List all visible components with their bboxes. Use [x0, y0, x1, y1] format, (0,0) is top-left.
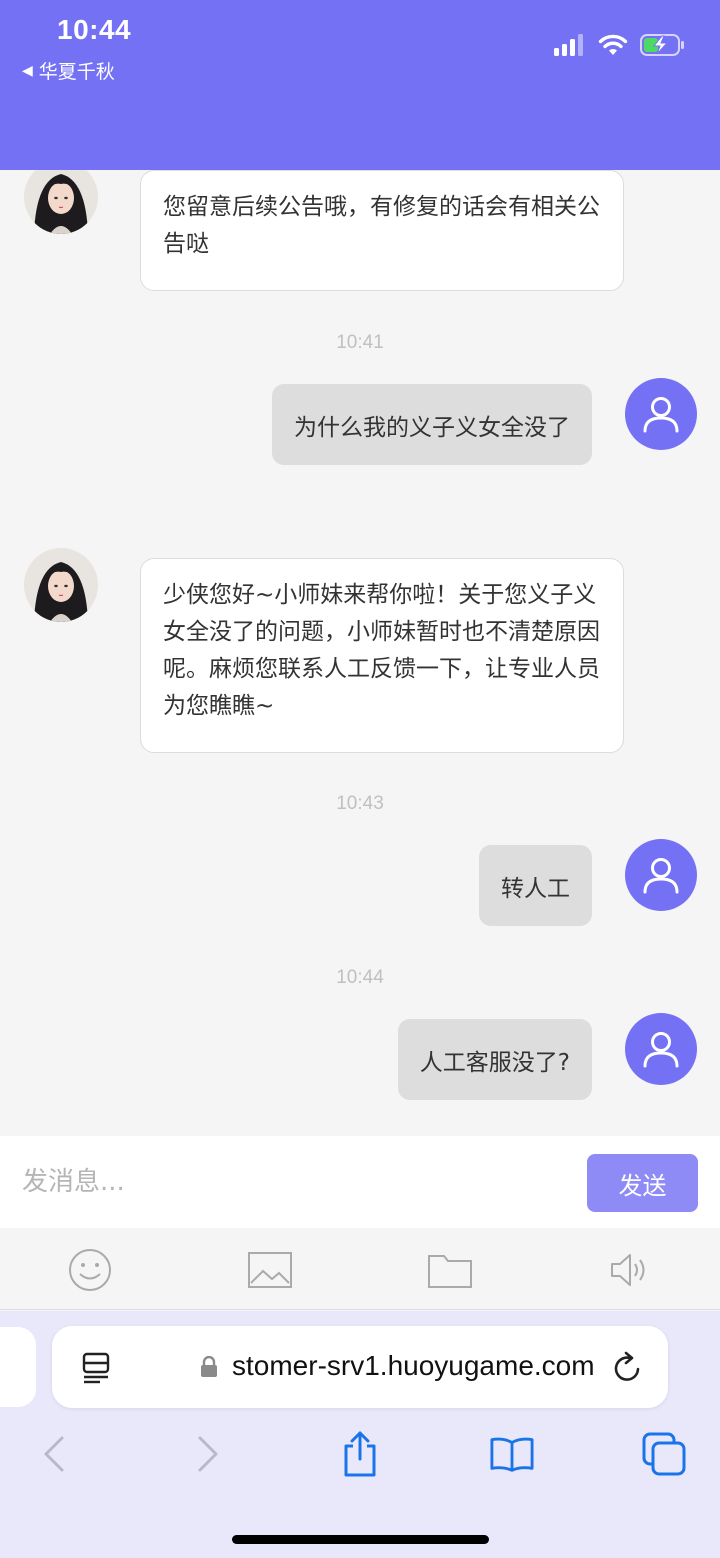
status-icons — [554, 33, 686, 57]
emoji-icon — [69, 1249, 111, 1291]
bot-avatar-portrait-icon — [24, 170, 98, 234]
user-person-icon — [643, 858, 679, 894]
bot-message-bubble: 您留意后续公告哦，有修复的话会有相关公告哒 — [140, 170, 624, 291]
tabs-icon — [642, 1432, 686, 1476]
url-text: stomer-srv1.huoyugame.com — [232, 1350, 595, 1381]
browser-forward-button[interactable] — [186, 1431, 230, 1477]
message-composer: 发送 — [0, 1136, 720, 1228]
reader-mode-icon[interactable] — [82, 1352, 112, 1384]
user-person-icon — [643, 397, 679, 433]
reload-icon[interactable] — [612, 1350, 644, 1384]
user-message-bubble: 为什么我的义子义女全没了 — [272, 384, 592, 465]
message-timestamp: 10:43 — [336, 793, 384, 814]
bot-avatar — [24, 170, 98, 234]
message-timestamp: 10:41 — [336, 332, 384, 353]
lock-icon — [201, 1356, 217, 1377]
chevron-left-icon — [44, 1436, 64, 1472]
wifi-icon — [598, 34, 628, 55]
status-time: 10:44 — [57, 14, 132, 45]
user-person-icon — [643, 1032, 679, 1068]
folder-icon — [428, 1255, 472, 1288]
browser-toolbar: stomer-srv1.huoyugame.com — [0, 1311, 720, 1558]
user-message-bubble: 转人工 — [479, 845, 592, 926]
user-message-bubble: 人工客服没了? — [397, 1019, 592, 1100]
signal-icon — [554, 34, 583, 56]
user-avatar — [625, 839, 697, 911]
previous-tab-preview[interactable] — [0, 1327, 36, 1407]
attachment-toolbar — [0, 1228, 720, 1310]
voice-icon — [611, 1254, 645, 1286]
message-timestamp: 10:44 — [336, 967, 384, 988]
back-arrow-icon: ◀ — [22, 62, 33, 79]
share-button[interactable] — [338, 1431, 382, 1477]
voice-button[interactable] — [608, 1248, 652, 1292]
app-header: 10:44 ◀ 华夏千秋 — [0, 0, 720, 170]
bot-message-bubble: 少侠您好~小师妹来帮你啦！关于您义子义女全没了的问题，小师妹暂时也不清楚原因呢。… — [140, 558, 624, 753]
send-button[interactable]: 发送 — [587, 1154, 698, 1212]
message-input[interactable] — [22, 1162, 562, 1202]
home-indicator[interactable] — [232, 1535, 489, 1544]
battery-charging-icon — [640, 34, 684, 56]
bot-avatar — [24, 548, 98, 622]
image-button[interactable] — [248, 1248, 292, 1292]
tabs-button[interactable] — [642, 1431, 686, 1477]
file-button[interactable] — [428, 1248, 472, 1292]
browser-back-button[interactable] — [32, 1431, 76, 1477]
chat-area[interactable]: 您留意后续公告哦，有修复的话会有相关公告哒 10:41 为什么我的义子义女全没了… — [0, 170, 720, 1136]
back-to-app-link[interactable]: ◀ 华夏千秋 — [22, 57, 115, 84]
address-bar[interactable]: stomer-srv1.huoyugame.com — [52, 1326, 668, 1408]
bot-avatar-portrait-icon — [24, 548, 98, 622]
user-avatar — [625, 378, 697, 450]
back-app-label: 华夏千秋 — [38, 61, 115, 83]
bookmarks-button[interactable] — [490, 1431, 534, 1477]
emoji-button[interactable] — [68, 1248, 112, 1292]
image-icon — [248, 1252, 292, 1288]
user-avatar — [625, 1013, 697, 1085]
share-icon — [344, 1431, 376, 1477]
book-icon — [490, 1437, 534, 1472]
chevron-right-icon — [198, 1436, 218, 1472]
